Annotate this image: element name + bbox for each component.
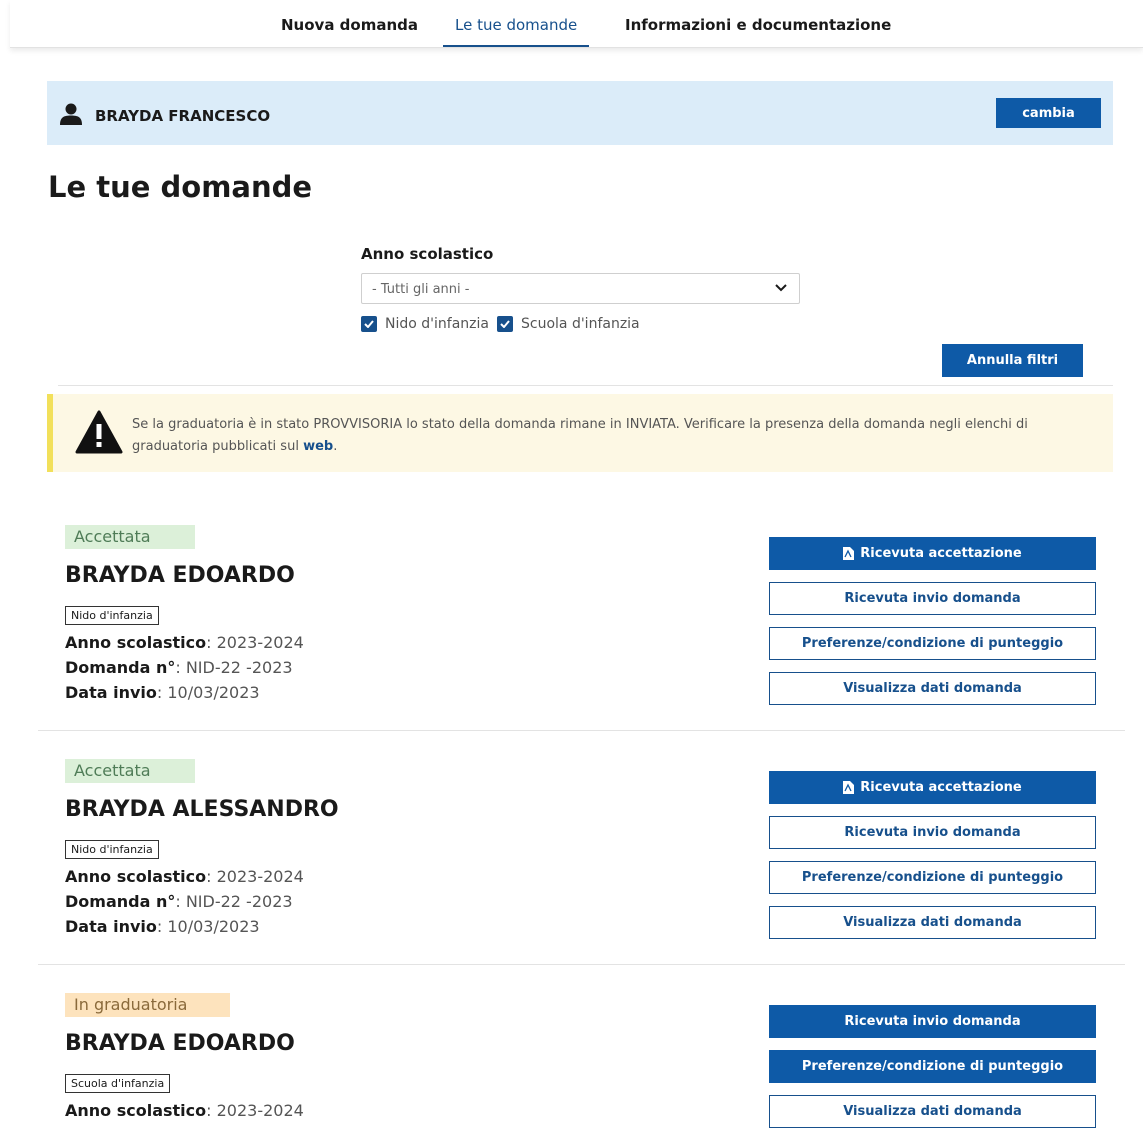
application-card: Accettata BRAYDA ALESSANDRO Nido d'infan… xyxy=(38,759,1125,966)
preferences-button[interactable]: Preferenze/condizione di punteggio xyxy=(769,627,1096,660)
status-badge: In graduatoria xyxy=(65,993,230,1017)
divider xyxy=(38,730,1125,731)
send-date-row: Data invio: 10/03/2023 xyxy=(65,683,260,702)
school-year-value: - Tutti gli anni - xyxy=(372,282,470,297)
scuola-checkbox-label: Scuola d'infanzia xyxy=(521,316,640,332)
child-name: BRAYDA EDOARDO xyxy=(65,563,295,588)
status-badge: Accettata xyxy=(65,525,195,549)
reset-filters-button[interactable]: Annulla filtri xyxy=(942,344,1083,377)
school-type-tag: Nido d'infanzia xyxy=(65,840,159,859)
top-navigation: Nuova domanda Le tue domande Informazion… xyxy=(10,0,1143,48)
send-date-row: Data invio: 10/03/2023 xyxy=(65,917,260,936)
user-icon xyxy=(60,103,82,125)
warning-icon xyxy=(75,410,123,454)
application-number-row: Domanda n°: NID-22 -2023 xyxy=(65,892,293,911)
school-year-row: Anno scolastico: 2023-2024 xyxy=(65,633,304,652)
chevron-down-icon xyxy=(775,284,787,292)
warning-alert: Se la graduatoria è in stato PROVVISORIA… xyxy=(47,394,1113,472)
preferences-button[interactable]: Preferenze/condizione di punteggio xyxy=(769,1050,1096,1083)
checkbox-checked-icon xyxy=(361,316,377,332)
status-badge: Accettata xyxy=(65,759,195,783)
checkbox-checked-icon xyxy=(497,316,513,332)
send-receipt-button[interactable]: Ricevuta invio domanda xyxy=(769,816,1096,849)
tab-le-tue-domande[interactable]: Le tue domande xyxy=(442,16,590,47)
school-type-tag: Nido d'infanzia xyxy=(65,606,159,625)
school-year-row: Anno scolastico: 2023-2024 xyxy=(65,1101,304,1120)
page-title: Le tue domande xyxy=(48,170,313,204)
application-card: Accettata BRAYDA EDOARDO Nido d'infanzia… xyxy=(38,525,1125,732)
tab-informazioni[interactable]: Informazioni e documentazione xyxy=(625,16,891,34)
view-application-button[interactable]: Visualizza dati domanda xyxy=(769,672,1096,705)
scuola-checkbox[interactable]: Scuola d'infanzia xyxy=(497,316,640,332)
user-bar: BRAYDA FRANCESCO cambia xyxy=(47,81,1113,145)
tab-nuova-domanda[interactable]: Nuova domanda xyxy=(281,16,418,34)
school-type-tag: Scuola d'infanzia xyxy=(65,1074,171,1093)
divider xyxy=(38,964,1125,965)
file-pdf-icon xyxy=(843,547,855,560)
send-receipt-button[interactable]: Ricevuta invio domanda xyxy=(769,582,1096,615)
divider xyxy=(58,385,1113,386)
preferences-button[interactable]: Preferenze/condizione di punteggio xyxy=(769,861,1096,894)
school-year-label: Anno scolastico xyxy=(361,245,494,263)
acceptance-receipt-button[interactable]: Ricevuta accettazione xyxy=(769,537,1096,570)
nido-checkbox-label: Nido d'infanzia xyxy=(385,316,489,332)
acceptance-receipt-button[interactable]: Ricevuta accettazione xyxy=(769,771,1096,804)
child-name: BRAYDA ALESSANDRO xyxy=(65,797,339,822)
view-application-button[interactable]: Visualizza dati domanda xyxy=(769,906,1096,939)
child-name: BRAYDA EDOARDO xyxy=(65,1031,295,1056)
application-number-row: Domanda n°: NID-22 -2023 xyxy=(65,658,293,677)
change-user-button[interactable]: cambia xyxy=(996,98,1101,128)
web-link[interactable]: web xyxy=(303,439,333,454)
send-receipt-button[interactable]: Ricevuta invio domanda xyxy=(769,1005,1096,1038)
school-year-row: Anno scolastico: 2023-2024 xyxy=(65,867,304,886)
nido-checkbox[interactable]: Nido d'infanzia xyxy=(361,316,489,332)
alert-text: Se la graduatoria è in stato PROVVISORIA… xyxy=(132,417,1028,454)
view-application-button[interactable]: Visualizza dati domanda xyxy=(769,1095,1096,1128)
application-card: In graduatoria BRAYDA EDOARDO Scuola d'i… xyxy=(38,993,1125,1131)
file-pdf-icon xyxy=(843,781,855,794)
user-name: BRAYDA FRANCESCO xyxy=(95,107,271,125)
school-year-select[interactable]: - Tutti gli anni - xyxy=(361,273,800,304)
